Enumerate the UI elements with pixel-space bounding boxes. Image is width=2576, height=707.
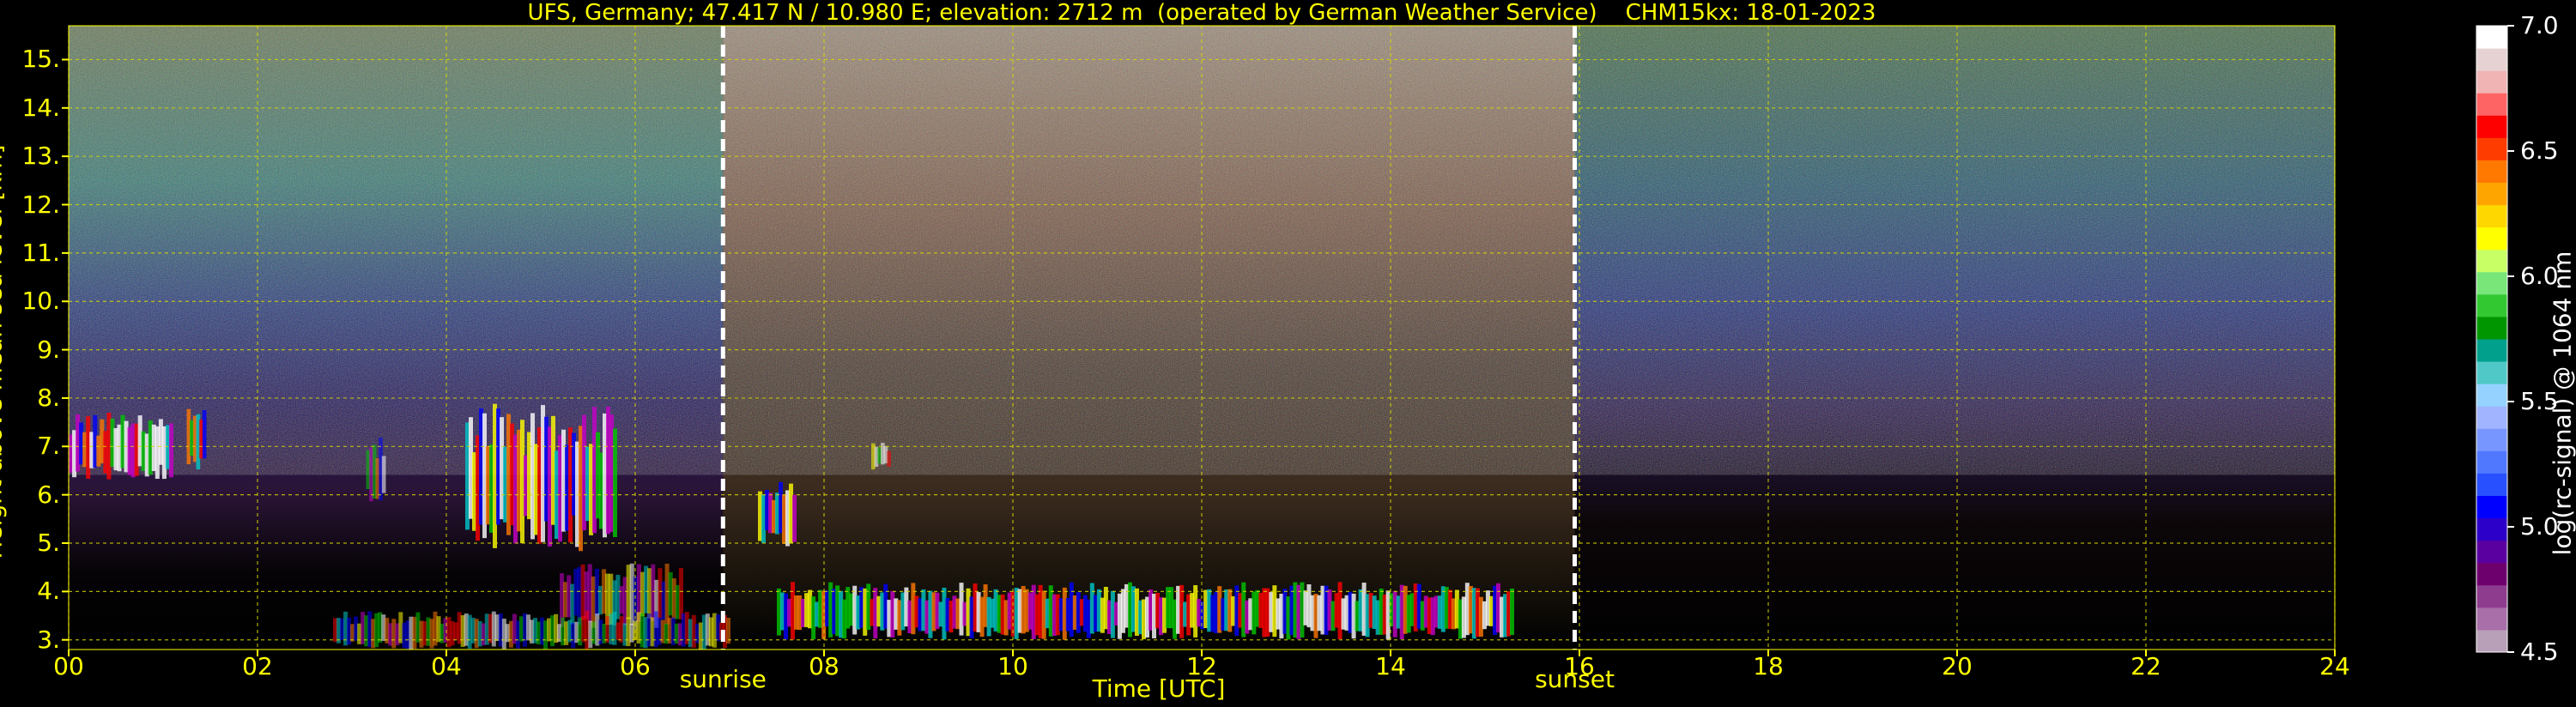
- x-tick-label: 14: [1375, 652, 1406, 680]
- colorbar-segment: [2476, 584, 2507, 608]
- x-tick-label: 18: [1753, 652, 1784, 680]
- cloud-column: [792, 494, 797, 542]
- colorbar-segment: [2476, 293, 2507, 317]
- colorbar-segment: [2476, 137, 2507, 160]
- y-tick-label: 8.: [37, 383, 60, 412]
- colorbar-segment: [2476, 629, 2507, 653]
- event-label-sunrise: sunrise: [679, 665, 767, 693]
- colorbar-segment: [2476, 227, 2507, 251]
- colorbar-segment: [2476, 540, 2507, 564]
- x-tick-label: 20: [1942, 652, 1973, 680]
- colorbar-segment: [2476, 26, 2507, 49]
- colorbar-tick-label: 4.5: [2520, 638, 2559, 666]
- colorbar-segment: [2476, 204, 2507, 228]
- colorbar-segment: [2476, 249, 2507, 273]
- x-tick-label: 02: [242, 652, 273, 680]
- colorbar-segment: [2476, 473, 2507, 496]
- y-tick-label: 11.: [21, 238, 60, 267]
- y-tick-label: 9.: [37, 335, 60, 364]
- colorbar-tick-label: 7.0: [2520, 11, 2559, 39]
- y-tick-label: 7.: [37, 432, 60, 461]
- colorbar-segment: [2476, 271, 2507, 295]
- colorbar-segment: [2476, 384, 2507, 407]
- colorbar-segment: [2476, 517, 2507, 541]
- x-tick-label: 24: [2319, 652, 2350, 680]
- colorbar-label: log(rc-signal) @ 1064 nm: [2548, 251, 2576, 556]
- y-tick-label: 13.: [21, 142, 60, 171]
- colorbar-segment: [2476, 406, 2507, 429]
- colorbar-segment: [2476, 339, 2507, 362]
- colorbar-segment: [2476, 70, 2507, 94]
- colorbar: [2476, 25, 2514, 653]
- colorbar-segment: [2476, 48, 2507, 71]
- y-tick-label: 4.: [37, 577, 60, 606]
- colorbar-segment: [2476, 361, 2507, 384]
- y-tick-label: 14.: [21, 93, 60, 122]
- x-axis-label: Time [UTC]: [1092, 674, 1226, 703]
- y-axis-label: Height above mean sea level [km]: [0, 144, 8, 559]
- colorbar-segment: [2476, 160, 2507, 183]
- y-tick-label: 6.: [37, 480, 60, 509]
- signal-noise-overlay: [69, 26, 2335, 475]
- colorbar-segment: [2476, 562, 2507, 586]
- chart-svg: [62, 25, 2514, 656]
- y-tick-label: 10.: [21, 287, 60, 316]
- colorbar-segment: [2476, 182, 2507, 206]
- cloud-column: [381, 456, 386, 493]
- y-tick-label: 5.: [37, 529, 60, 557]
- y-tick-label: 12.: [21, 190, 60, 219]
- x-tick-label: 06: [620, 652, 651, 680]
- colorbar-segment: [2476, 607, 2507, 631]
- colorbar-segment: [2476, 428, 2507, 451]
- colorbar-segment: [2476, 93, 2507, 116]
- x-tick-label: 10: [997, 652, 1028, 680]
- cloud-column: [202, 410, 207, 459]
- x-tick-label: 00: [53, 652, 84, 680]
- cloud-column: [1509, 588, 1514, 636]
- ceilometer-plot-page: UFS, Germany; 47.417 N / 10.980 E; eleva…: [0, 0, 2576, 707]
- cloud-column: [613, 428, 617, 537]
- colorbar-segment: [2476, 316, 2507, 340]
- x-tick-label: 22: [2131, 652, 2161, 680]
- x-tick-label: 08: [809, 652, 839, 680]
- colorbar-segment: [2476, 115, 2507, 138]
- colorbar-segment: [2476, 450, 2507, 474]
- colorbar-tick-label: 6.5: [2520, 136, 2559, 165]
- x-tick-label: 04: [431, 652, 462, 680]
- cloud-column: [887, 450, 891, 468]
- cloud-column: [168, 423, 173, 478]
- event-label-sunset: sunset: [1535, 665, 1615, 693]
- cloud-column: [678, 568, 683, 619]
- colorbar-segment: [2476, 495, 2507, 519]
- y-tick-label: 15.: [21, 45, 60, 74]
- x-tick-label: 12: [1186, 652, 1217, 680]
- y-tick-label: 3.: [37, 625, 60, 654]
